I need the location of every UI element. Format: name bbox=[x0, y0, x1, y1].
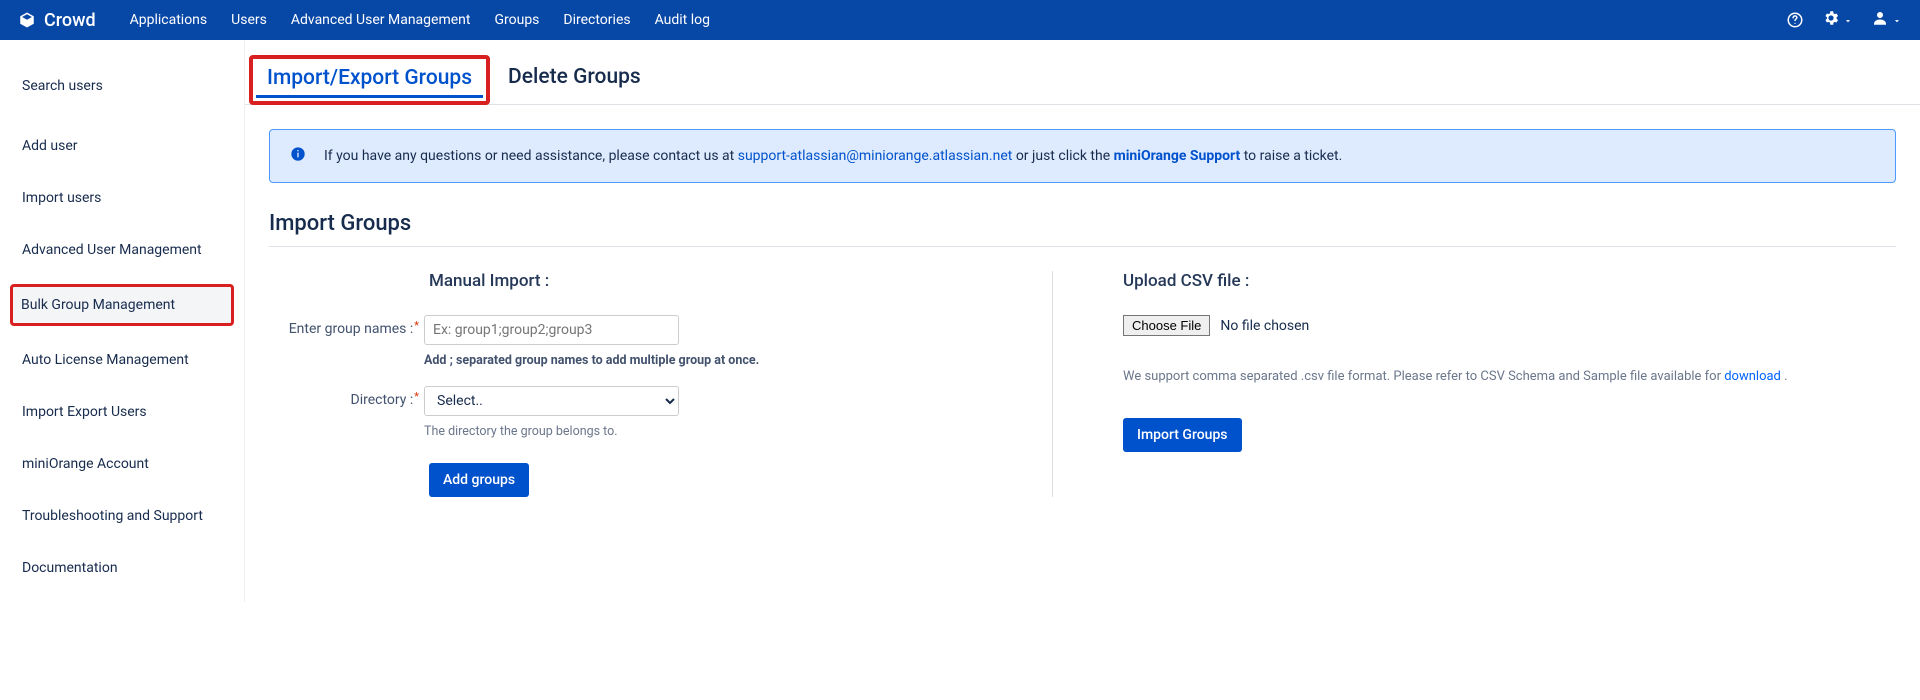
csv-note: We support comma separated .csv file for… bbox=[1123, 364, 1836, 390]
nav-directories[interactable]: Directories bbox=[563, 12, 630, 28]
nav-advanced-user-management[interactable]: Advanced User Management bbox=[291, 12, 471, 28]
nav-users[interactable]: Users bbox=[231, 12, 267, 28]
sidebar-item-documentation[interactable]: Documentation bbox=[0, 550, 244, 586]
crowd-logo-icon bbox=[18, 11, 36, 29]
info-banner: If you have any questions or need assist… bbox=[269, 129, 1896, 183]
info-suffix: to raise a ticket. bbox=[1240, 148, 1342, 164]
brand-logo[interactable]: Crowd bbox=[18, 10, 96, 31]
support-link[interactable]: miniOrange Support bbox=[1114, 148, 1241, 164]
nav-audit-log[interactable]: Audit log bbox=[655, 12, 710, 28]
nav-groups[interactable]: Groups bbox=[494, 12, 539, 28]
sidebar-item-miniorange-account[interactable]: miniOrange Account bbox=[0, 446, 244, 482]
choose-file-button[interactable]: Choose File bbox=[1123, 315, 1210, 336]
tab-bar: Import/Export Groups Delete Groups bbox=[245, 54, 1920, 105]
help-icon[interactable] bbox=[1786, 11, 1804, 29]
group-names-label: Enter group names :* bbox=[279, 315, 424, 337]
top-nav-links: Applications Users Advanced User Managem… bbox=[130, 12, 710, 28]
sidebar-item-import-export-users[interactable]: Import Export Users bbox=[0, 394, 244, 430]
tab-delete-groups[interactable]: Delete Groups bbox=[490, 54, 659, 104]
sidebar-item-advanced-user-management[interactable]: Advanced User Management bbox=[0, 232, 244, 268]
info-prefix: If you have any questions or need assist… bbox=[324, 148, 738, 164]
sidebar-item-search-users[interactable]: Search users bbox=[0, 68, 244, 104]
section-heading-import-groups: Import Groups bbox=[269, 211, 1896, 247]
directory-select[interactable]: Select.. bbox=[424, 386, 679, 416]
group-names-input[interactable] bbox=[424, 315, 679, 345]
main-content: Import/Export Groups Delete Groups If yo… bbox=[245, 40, 1920, 602]
support-email-link[interactable]: support-atlassian@miniorange.atlassian.n… bbox=[738, 148, 1013, 164]
brand-name: Crowd bbox=[44, 10, 96, 31]
tab-import-export-groups[interactable]: Import/Export Groups bbox=[249, 55, 490, 105]
directory-hint: The directory the group belongs to. bbox=[424, 424, 679, 439]
info-mid: or just click the bbox=[1012, 148, 1113, 164]
csv-note-text: We support comma separated .csv file for… bbox=[1123, 369, 1724, 384]
download-link[interactable]: download bbox=[1724, 369, 1781, 384]
sidebar-item-import-users[interactable]: Import users bbox=[0, 180, 244, 216]
info-icon bbox=[290, 146, 306, 166]
user-menu[interactable] bbox=[1871, 9, 1902, 31]
nav-applications[interactable]: Applications bbox=[130, 12, 208, 28]
user-icon bbox=[1871, 9, 1889, 31]
settings-menu[interactable] bbox=[1822, 9, 1853, 31]
manual-import-panel: Manual Import : Enter group names :* Add… bbox=[269, 271, 1052, 497]
file-status: No file chosen bbox=[1220, 318, 1309, 334]
sidebar-item-add-user[interactable]: Add user bbox=[0, 128, 244, 164]
top-navigation-bar: Crowd Applications Users Advanced User M… bbox=[0, 0, 1920, 40]
sidebar-item-troubleshooting-support[interactable]: Troubleshooting and Support bbox=[0, 498, 244, 534]
tab-label: Import/Export Groups bbox=[267, 66, 472, 90]
csv-note-dot: . bbox=[1781, 369, 1788, 384]
sidebar: Search users Add user Import users Advan… bbox=[0, 40, 245, 602]
manual-import-title: Manual Import : bbox=[429, 271, 992, 291]
directory-label: Directory :* bbox=[279, 386, 424, 408]
gear-icon bbox=[1822, 9, 1840, 31]
group-names-hint: Add ; separated group names to add multi… bbox=[424, 353, 759, 368]
sidebar-item-auto-license-management[interactable]: Auto License Management bbox=[0, 342, 244, 378]
add-groups-button[interactable]: Add groups bbox=[429, 463, 529, 497]
upload-csv-title: Upload CSV file : bbox=[1123, 271, 1836, 291]
sidebar-item-bulk-group-management[interactable]: Bulk Group Management bbox=[10, 284, 234, 326]
upload-csv-panel: Upload CSV file : Choose File No file ch… bbox=[1052, 271, 1896, 497]
chevron-down-icon bbox=[1892, 11, 1902, 30]
info-text: If you have any questions or need assist… bbox=[324, 148, 1342, 164]
chevron-down-icon bbox=[1843, 11, 1853, 30]
import-groups-button[interactable]: Import Groups bbox=[1123, 418, 1242, 452]
